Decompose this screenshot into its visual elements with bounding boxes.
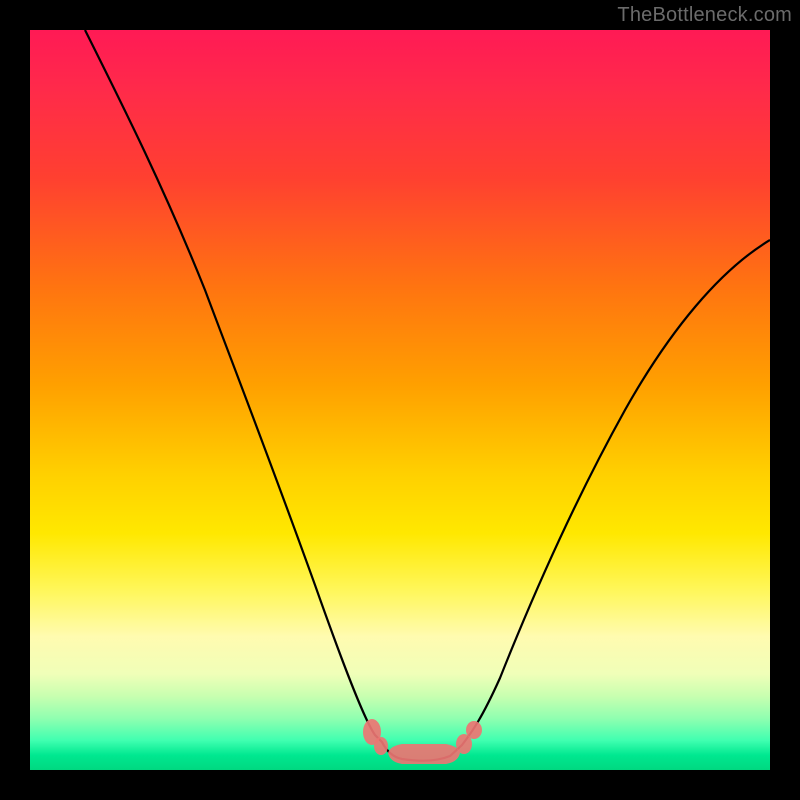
plot-area [30, 30, 770, 770]
valley-floor-band [388, 744, 460, 764]
chart-frame: TheBottleneck.com [0, 0, 800, 800]
bottleneck-curve [85, 30, 770, 761]
curve-layer [30, 30, 770, 770]
watermark-text: TheBottleneck.com [617, 4, 792, 27]
valley-dot-left2 [374, 737, 388, 755]
valley-highlight [363, 719, 482, 764]
